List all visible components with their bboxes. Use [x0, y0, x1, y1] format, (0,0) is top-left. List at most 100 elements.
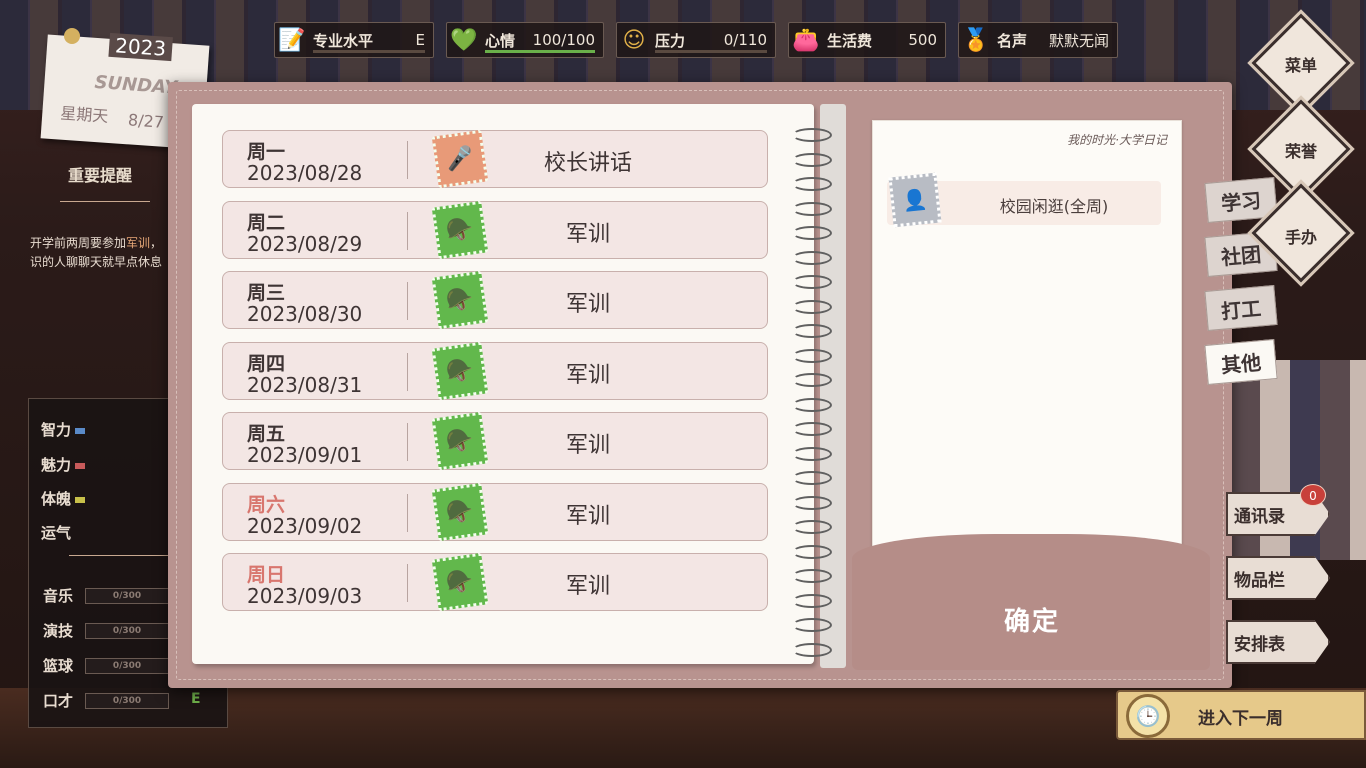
spiral-ring [792, 299, 832, 314]
row-activity: 校长讲话 [543, 151, 632, 176]
stat-stress-value: 0/110 [723, 31, 767, 49]
schedule-row[interactable]: 周日 2023/09/03 🪖 军训 [222, 552, 768, 612]
spiral-ring [792, 177, 832, 191]
clock-icon: 🕒 [1126, 694, 1170, 738]
calendar-date: 8/27 [127, 110, 165, 132]
stat-fame-value: 默默无闻 [1048, 31, 1109, 50]
activity-stamp-icon: 🪖 [431, 270, 489, 330]
reminder-panel: 重要提醒 开学前两周要参加军训， 识的人聊聊天就早点休息 [30, 150, 170, 270]
spiral-ring [792, 569, 832, 583]
schedule-row[interactable]: 周五 2023/09/01 🪖 军训 [222, 411, 768, 471]
spiral-ring [792, 373, 832, 387]
row-weekday: 周日 [247, 564, 286, 586]
menu-label: 菜单 [1284, 56, 1317, 75]
spiral-ring [792, 324, 832, 338]
schedule-page: 周一 2023/08/28 🎤 校长讲话 周二 2023/08/29 🪖 军训 周三 2023/0… [192, 104, 814, 664]
spiral-ring [792, 226, 832, 240]
stat-mood: 💚 心情 100/100 [446, 22, 604, 58]
medal-icon: 🏅 [962, 27, 990, 53]
activity-stamp-icon: 🎤 [431, 129, 489, 189]
attr-intelligence: 智力 [41, 419, 86, 440]
schedule-row[interactable]: 周一 2023/08/28 🎤 校长讲话 [222, 129, 768, 189]
spiral-ring [792, 593, 832, 608]
stat-money-value: 500 [908, 31, 937, 49]
divider [407, 352, 408, 391]
schedule-button[interactable]: 安排表 [1226, 620, 1330, 664]
spiral-ring [792, 397, 832, 412]
row-activity: 军训 [565, 292, 610, 317]
row-date: 2023/08/31 [247, 372, 363, 397]
divider [407, 564, 408, 602]
stat-major-value: E [415, 31, 425, 49]
divider [407, 211, 408, 250]
options-panel: 我的时光·大学日记 👤 校园闲逛(全周) 确定 [852, 104, 1210, 670]
stress-bar [655, 50, 767, 53]
row-weekday: 周一 [247, 141, 286, 163]
activity-stamp-icon: 🪖 [431, 341, 489, 400]
option-item[interactable]: 👤 校园闲逛(全周) [887, 172, 1161, 228]
spiral-ring [792, 495, 832, 510]
row-date: 2023/08/28 [247, 161, 363, 185]
tab-parttime[interactable]: 打工 [1204, 285, 1278, 331]
options-paper: 我的时光·大学日记 👤 校园闲逛(全周) [872, 120, 1182, 574]
row-activity: 军训 [565, 362, 610, 388]
schedule-row[interactable]: 周二 2023/08/29 🪖 军训 [222, 200, 768, 259]
attr-physique: 体魄 [41, 488, 86, 509]
divider [407, 141, 408, 179]
mood-bar [485, 50, 595, 53]
spiral-ring [792, 544, 832, 559]
confirm-button[interactable]: 确定 [942, 598, 1122, 646]
stat-major: 📝 专业水平 E [274, 22, 434, 58]
divider [407, 423, 408, 461]
tab-other[interactable]: 其他 [1204, 339, 1278, 385]
spiral-ring [792, 618, 832, 632]
schedule-row[interactable]: 周六 2023/09/02 🪖 军训 [222, 482, 768, 541]
spiral-ring [792, 250, 832, 265]
row-weekday: 周四 [247, 352, 286, 375]
stat-mood-label: 心情 [485, 31, 516, 50]
attr-charm: 魅力 [41, 454, 86, 475]
wallet-icon: 👛 [792, 27, 820, 53]
heart-icon: 💚 [450, 27, 478, 53]
spiral-ring [792, 152, 832, 167]
spiral-ring [792, 348, 832, 363]
divider [60, 192, 150, 202]
contacts-badge: 0 [1300, 484, 1326, 506]
option-label: 校园闲逛(全周) [999, 197, 1109, 216]
stat-stress: ☺ 压力 0/110 [616, 22, 776, 58]
row-date: 2023/08/30 [247, 302, 363, 326]
spiral-ring [792, 128, 832, 142]
schedule-row[interactable]: 周三 2023/08/30 🪖 军训 [222, 270, 768, 330]
row-activity: 军训 [565, 503, 610, 529]
next-week-label: 进入下一周 [1198, 709, 1283, 729]
row-date: 2023/08/29 [247, 231, 363, 256]
attr-luck: 运气 [41, 524, 72, 542]
skill-grade: E [191, 691, 201, 707]
calendar-year: 2023 [108, 32, 173, 62]
row-date: 2023/09/02 [247, 513, 363, 538]
row-weekday: 周二 [247, 211, 286, 234]
row-activity: 军训 [565, 221, 610, 247]
row-weekday: 周三 [247, 282, 286, 304]
game-logo: 我的时光·大学日记 [1067, 133, 1167, 147]
spiral-ring [792, 446, 832, 461]
stat-fame-label: 名声 [997, 31, 1028, 50]
divider [407, 282, 408, 320]
spiral-ring [792, 275, 832, 289]
inventory-button[interactable]: 物品栏 [1226, 556, 1330, 600]
next-week-button[interactable]: 🕒 进入下一周 [1116, 690, 1366, 740]
notebook-icon: 📝 [278, 27, 306, 53]
skill-eloquence: 口才 0/300 [43, 690, 170, 711]
spiral-ring [792, 471, 832, 485]
pin-icon [64, 28, 80, 44]
stat-major-label: 专业水平 [313, 31, 374, 50]
row-weekday: 周六 [247, 493, 286, 516]
row-date: 2023/09/03 [247, 584, 363, 608]
activity-stamp-icon: 🪖 [431, 552, 489, 612]
spiral-ring [792, 201, 832, 216]
skill-acting: 演技 0/300 [43, 620, 170, 641]
spiral-ring [792, 422, 832, 436]
row-activity: 军训 [565, 574, 610, 599]
schedule-row[interactable]: 周四 2023/08/31 🪖 军训 [222, 341, 768, 400]
smile-icon: ☺ [622, 27, 646, 53]
